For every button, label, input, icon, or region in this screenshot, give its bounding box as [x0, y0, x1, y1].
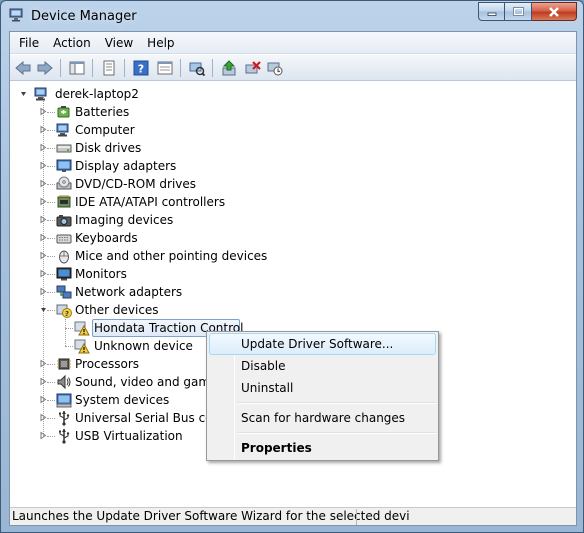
usb-icon: [59, 429, 70, 444]
show-hide-tree-button[interactable]: [66, 58, 87, 78]
imaging-icon: [56, 215, 72, 227]
expander-root[interactable]: [19, 89, 28, 98]
tree-category-6[interactable]: Imaging devices: [75, 211, 173, 229]
maximize-icon: [512, 7, 524, 16]
forward-button[interactable]: [34, 58, 55, 78]
update-driver-button[interactable]: [218, 58, 239, 78]
help-icon: ?: [133, 60, 148, 76]
network-icon: [56, 285, 72, 299]
device-manager-window: Device Manager File Action View Help ? d…: [0, 0, 584, 533]
keyboard-icon: [56, 234, 72, 244]
ctx-scan-hardware[interactable]: Scan for hardware changes: [209, 407, 436, 429]
tree-category-7[interactable]: Keyboards: [75, 229, 138, 247]
usb-icon: [59, 411, 70, 426]
tree-category-9[interactable]: Monitors: [75, 265, 127, 283]
ide-icon: [57, 195, 71, 208]
view-button[interactable]: [154, 58, 175, 78]
view-icon: [157, 61, 172, 75]
tree-category-5[interactable]: IDE ATA/ATAPI controllers: [75, 193, 225, 211]
tree-category-0[interactable]: Batteries: [75, 103, 129, 121]
close-icon: [549, 6, 559, 17]
properties-button[interactable]: [98, 58, 119, 78]
ctx-update-driver[interactable]: Update Driver Software...: [209, 333, 436, 355]
context-menu: Update Driver Software... Disable Uninst…: [206, 331, 439, 461]
toolbar: ?: [10, 55, 576, 81]
update-driver-icon: [222, 60, 235, 76]
processor-icon: [57, 358, 71, 370]
system-icon: [56, 393, 72, 408]
window-title: Device Manager: [31, 9, 137, 24]
root-computer-icon: [34, 87, 47, 101]
uninstall-button[interactable]: [242, 58, 263, 78]
tree-category-after-0[interactable]: Processors: [75, 355, 139, 373]
svg-text:?: ?: [137, 63, 143, 76]
tree-category-1[interactable]: Computer: [75, 121, 135, 139]
tree-category-after-4[interactable]: USB Virtualization: [75, 427, 183, 445]
battery-icon: [57, 106, 70, 118]
scan-hardware-button[interactable]: [186, 58, 207, 78]
status-text: Launches the Update Driver Software Wiza…: [12, 509, 410, 523]
ctx-uninstall[interactable]: Uninstall: [209, 377, 436, 399]
maximize-button[interactable]: [505, 2, 532, 21]
back-icon: [14, 61, 30, 75]
tree-category-11[interactable]: Other devices: [75, 301, 159, 319]
disable-button[interactable]: [264, 58, 285, 78]
minimize-button[interactable]: [478, 2, 505, 21]
status-bar: Launches the Update Driver Software Wiza…: [10, 507, 576, 525]
computer-icon: [56, 123, 69, 137]
tree-device-1[interactable]: Unknown device: [94, 337, 193, 355]
dvd-icon: [56, 176, 72, 190]
device-manager-icon: [9, 8, 23, 22]
close-button[interactable]: [532, 2, 577, 21]
disk-icon: [56, 144, 72, 153]
sound-icon: [57, 374, 71, 390]
tree-category-10[interactable]: Network adapters: [75, 283, 182, 301]
mouse-icon: [59, 250, 69, 264]
other-icon: ?: [56, 304, 72, 318]
tree-root-label[interactable]: derek-laptop2: [55, 85, 139, 103]
minimize-icon: [487, 12, 496, 16]
ctx-properties[interactable]: Properties: [209, 437, 436, 459]
tree-category-after-1[interactable]: Sound, video and game c: [75, 373, 228, 391]
monitor-icon: [56, 267, 72, 281]
menu-action[interactable]: Action: [46, 34, 98, 52]
tree-category-3[interactable]: Display adapters: [75, 157, 176, 175]
menu-bar: File Action View Help: [10, 32, 576, 54]
warning-device-icon: [74, 339, 90, 354]
tree-category-4[interactable]: DVD/CD-ROM drives: [75, 175, 196, 193]
uninstall-icon: [245, 61, 261, 74]
warning-device-icon: [74, 321, 90, 336]
menu-view[interactable]: View: [98, 34, 140, 52]
back-button[interactable]: [12, 58, 33, 78]
display-icon: [56, 159, 72, 172]
scan-hardware-icon: [189, 62, 205, 76]
ctx-disable[interactable]: Disable: [209, 355, 436, 377]
menu-help[interactable]: Help: [140, 34, 181, 52]
forward-icon: [37, 61, 53, 75]
title-bar[interactable]: Device Manager: [1, 1, 583, 31]
menu-file[interactable]: File: [12, 34, 46, 52]
tree-category-8[interactable]: Mice and other pointing devices: [75, 247, 267, 265]
tree-category-2[interactable]: Disk drives: [75, 139, 141, 157]
tree-category-after-2[interactable]: System devices: [75, 391, 169, 409]
help-button[interactable]: ?: [130, 58, 151, 78]
show-hide-tree-icon: [69, 61, 84, 75]
disable-icon: [267, 62, 282, 76]
properties-icon: [103, 60, 114, 76]
